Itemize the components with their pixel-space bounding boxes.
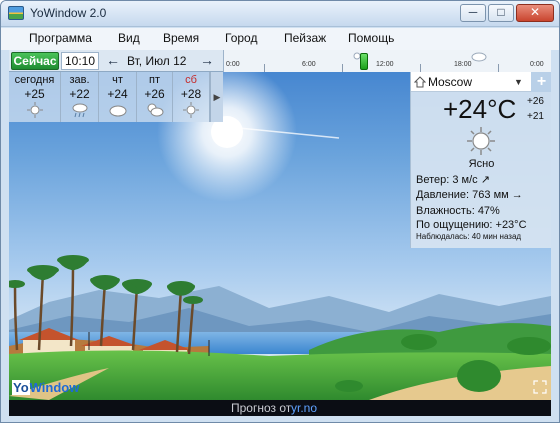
weather-scene-viewport[interactable]: Сейчас 10:10 ← Вт, Июл 12 → 0:00 6:00 12…	[9, 50, 551, 400]
previous-day-button[interactable]: ←	[103, 52, 123, 70]
app-window: YoWindow 2.0 ─ □ ✕ Программа Вид Время Г…	[0, 0, 560, 423]
low-temperature: +21	[527, 111, 544, 122]
expand-forecast-button[interactable]: ▶	[210, 72, 223, 122]
date-label: Вт, Июл 12	[127, 54, 187, 68]
current-temperature: +24°C	[443, 94, 517, 124]
timeline-tick-label: 18:00	[454, 61, 472, 68]
wind-direction-icon: ↗	[480, 174, 490, 186]
title-bar[interactable]: YoWindow 2.0 ─ □ ✕	[1, 1, 559, 27]
forecast-day[interactable]: чт +24	[99, 72, 137, 122]
forecast-day-temp: +24	[107, 87, 128, 101]
sun-icon	[26, 102, 43, 118]
forecast-strip: сегодня +25 зав. +22 чт +24 пт +26 сб +2…	[9, 72, 223, 122]
forecast-day-name: сб	[185, 74, 197, 86]
timeline-tick	[498, 64, 499, 72]
logo-yo: Yo	[12, 380, 30, 395]
forecast-day-temp: +25	[24, 87, 45, 101]
minimize-button[interactable]: ─	[460, 4, 486, 22]
high-temperature: +26	[527, 96, 544, 107]
pressure-label: Давление:	[416, 189, 470, 201]
feels-like-row: По ощущению: +23°C	[416, 219, 527, 231]
forecast-day-temp: +22	[69, 87, 90, 101]
add-city-button[interactable]: +	[531, 72, 551, 92]
observation-time: Наблюдалась: 40 мин назад	[416, 232, 522, 241]
status-bar: Прогноз от yr.no	[9, 400, 551, 416]
fullscreen-icon[interactable]	[533, 380, 547, 394]
sun-icon	[467, 127, 495, 155]
humidity-label: Влажность:	[416, 205, 475, 217]
forecast-day-name: зав.	[69, 74, 90, 86]
forecast-source-link[interactable]: yr.no	[291, 401, 317, 415]
timeline-cloud-icon	[471, 52, 487, 62]
city-dropdown-icon[interactable]: ▼	[514, 77, 524, 87]
rain-cloud-icon	[72, 103, 87, 118]
humidity-row: Влажность: 47%	[416, 205, 500, 217]
window-title: YoWindow 2.0	[30, 6, 107, 20]
close-button[interactable]: ✕	[516, 4, 554, 22]
feels-like-label: По ощущению:	[416, 219, 493, 231]
city-name: Moscow	[428, 75, 473, 89]
forecast-day-name: сегодня	[14, 74, 55, 86]
maximize-button[interactable]: □	[488, 4, 514, 22]
forecast-day[interactable]: зав. +22	[61, 72, 99, 122]
menu-program[interactable]: Программа	[29, 31, 92, 45]
timeline-tick	[420, 64, 421, 72]
home-icon	[414, 76, 426, 88]
yowindow-app-icon	[8, 6, 24, 20]
menu-time[interactable]: Время	[163, 31, 199, 45]
forecast-day[interactable]: сб +28	[173, 72, 210, 122]
menu-view[interactable]: Вид	[118, 31, 140, 45]
current-weather-panel: Moscow ▼ + +24°C +26 +21 Ясно Ветер: 3 м…	[410, 72, 551, 248]
wind-value: 3 м/с	[452, 174, 478, 186]
forecast-day-temp: +28	[180, 87, 202, 101]
pressure-value: 763 мм	[472, 189, 509, 201]
timeline-tick-label: 6:00	[302, 61, 316, 68]
forecast-day[interactable]: пт +26	[137, 72, 173, 122]
yowindow-logo[interactable]: YoWindow	[12, 380, 79, 395]
forecast-day-name: чт	[112, 74, 123, 86]
now-button[interactable]: Сейчас	[11, 52, 59, 70]
wind-row: Ветер: 3 м/с ↗	[416, 173, 490, 186]
time-display[interactable]: 10:10	[61, 52, 99, 70]
forecast-source-label: Прогноз от	[231, 401, 292, 415]
timeline-tick-label: 0:00	[530, 61, 544, 68]
menu-bar: Программа Вид Время Город Пейзаж Помощь	[1, 28, 559, 50]
sun-icon	[183, 102, 199, 118]
forecast-day-name: пт	[149, 74, 160, 86]
city-selector[interactable]: Moscow ▼ +	[411, 72, 551, 92]
sun-cloud-icon	[147, 103, 163, 117]
forecast-day[interactable]: сегодня +25	[9, 72, 61, 122]
menu-help[interactable]: Помощь	[348, 31, 394, 45]
feels-like-value: +23°C	[495, 219, 527, 231]
pressure-row: Давление: 763 мм →	[416, 189, 523, 201]
forecast-day-temp: +26	[144, 87, 165, 101]
wind-label: Ветер:	[416, 174, 450, 186]
timeline-tick	[264, 64, 265, 72]
timeline-tick-label: 0:00	[226, 61, 240, 68]
condition-text: Ясно	[468, 158, 495, 170]
cloud-icon	[109, 105, 126, 117]
pressure-trend-icon: →	[511, 189, 523, 201]
timeline-slider-handle[interactable]	[360, 53, 368, 70]
timeline-tick	[342, 64, 343, 72]
timeline-tick-label: 12:00	[376, 61, 394, 68]
humidity-value: 47%	[477, 205, 500, 217]
menu-city[interactable]: Город	[225, 31, 257, 45]
logo-window: Window	[29, 380, 80, 395]
next-day-button[interactable]: →	[197, 52, 217, 70]
timeline-slider[interactable]: 0:00 6:00 12:00 18:00 0:00	[223, 50, 551, 72]
time-toolbar: Сейчас 10:10 ← Вт, Июл 12 → 0:00 6:00 12…	[9, 50, 551, 72]
menu-landscape[interactable]: Пейзаж	[284, 31, 326, 45]
